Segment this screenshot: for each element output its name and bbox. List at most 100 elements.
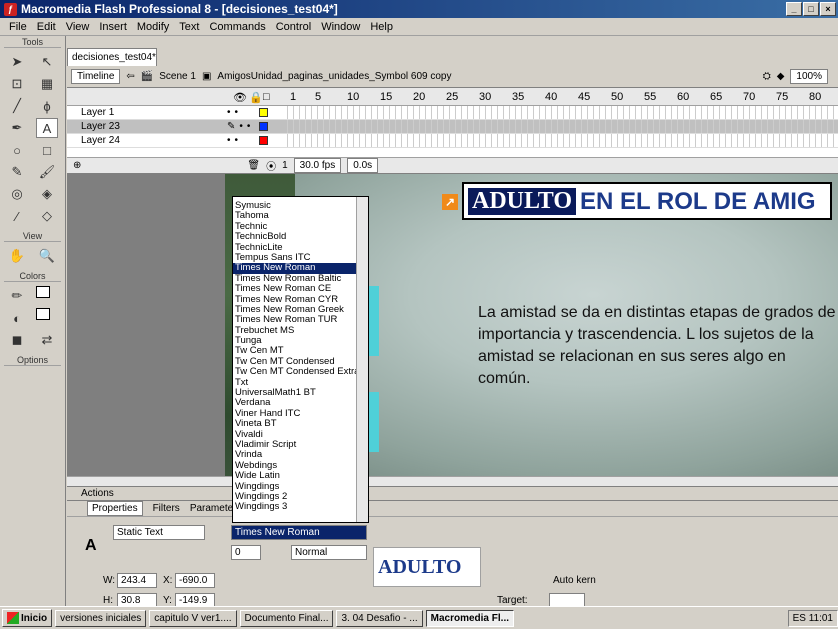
font-list-item[interactable]: Wingdings (233, 482, 357, 492)
font-list-item[interactable]: Trebuchet MS (233, 326, 357, 336)
layer-frames[interactable] (287, 134, 837, 147)
menu-view[interactable]: View (61, 21, 95, 33)
stage[interactable]: ↗ ADULTO EN EL ROL DE AMIG La amistad se… (67, 174, 838, 476)
scene-label[interactable]: Scene 1 (159, 71, 196, 82)
font-list-item[interactable]: Tw Cen MT Condensed Extra B (233, 367, 357, 377)
close-button[interactable]: × (820, 2, 836, 16)
taskbar-item[interactable]: 3. 04 Desafio - ... (336, 609, 423, 627)
trash-icon[interactable]: 🗑 (247, 160, 260, 171)
line-tool-icon[interactable]: ╱ (6, 96, 28, 116)
font-list-item[interactable]: Wingdings 2 (233, 492, 357, 502)
tab-filters[interactable]: Filters (153, 503, 180, 514)
fill-swatch[interactable] (36, 308, 50, 320)
subselect-tool-icon[interactable]: ↖ (36, 52, 58, 72)
font-list-item[interactable]: Tunga (233, 336, 357, 346)
actions-panel-header[interactable]: Actions (67, 486, 838, 500)
layer-visibility-dots[interactable]: •• (227, 107, 242, 118)
outline-icon[interactable]: □ (263, 91, 270, 103)
menu-insert[interactable]: Insert (94, 21, 132, 33)
back-arrow-icon[interactable]: ⇦ (126, 71, 134, 82)
taskbar-item[interactable]: Documento Final... (239, 609, 334, 627)
timeline-layer[interactable]: Layer 24 •• (67, 134, 838, 148)
timeline-layer[interactable]: Layer 1 •• (67, 106, 838, 120)
font-list-item[interactable]: Times New Roman TUR (233, 315, 357, 325)
menu-commands[interactable]: Commands (204, 21, 270, 33)
layer-frames[interactable] (287, 106, 837, 119)
layer-color-swatch[interactable] (259, 108, 268, 117)
maximize-button[interactable]: □ (803, 2, 819, 16)
tab-properties[interactable]: Properties (87, 501, 143, 516)
font-list-item[interactable]: Times New Roman (233, 263, 357, 274)
swap-colors-icon[interactable]: ⇄ (36, 330, 58, 350)
font-list-item[interactable]: Tahoma (233, 211, 357, 221)
font-list-item[interactable]: Vineta BT (233, 419, 357, 429)
font-list-item[interactable]: Vladimir Script (233, 440, 357, 450)
start-button[interactable]: Inicio (2, 609, 53, 627)
font-list-item[interactable]: Viner Hand ITC (233, 409, 357, 419)
font-list-item[interactable]: Times New Roman Greek (233, 305, 357, 315)
stroke-swatch[interactable] (36, 286, 50, 298)
font-list-item[interactable]: UniversalMath1 BT (233, 388, 357, 398)
zoom-select[interactable]: 100% (790, 69, 828, 84)
font-list-item[interactable]: Vrinda (233, 450, 357, 460)
center-frame-icon[interactable]: ⦿ (266, 158, 276, 173)
oval-tool-icon[interactable]: ○ (6, 140, 28, 160)
eraser-tool-icon[interactable]: ◇ (36, 206, 58, 226)
text-tool-icon[interactable]: A (36, 118, 58, 138)
font-list-item[interactable]: Times New Roman CYR (233, 295, 357, 305)
width-field[interactable]: 243.4 (117, 573, 157, 588)
hand-tool-icon[interactable]: ✋ (6, 246, 28, 266)
font-list-item[interactable]: Webdings (233, 461, 357, 471)
lasso-tool-icon[interactable]: ϕ (36, 96, 58, 116)
font-list-item[interactable]: Tempus Sans ITC (233, 253, 357, 263)
menu-control[interactable]: Control (271, 21, 316, 33)
zoom-tool-icon[interactable]: 🔍 (36, 246, 58, 266)
layer-frames[interactable] (287, 120, 837, 133)
rectangle-tool-icon[interactable]: □ (36, 140, 58, 160)
font-list-item[interactable]: Symusic (233, 201, 357, 211)
add-layer-icon[interactable]: ⊕ (73, 160, 81, 171)
font-list-item[interactable]: TechnicLite (233, 243, 357, 253)
menu-modify[interactable]: Modify (132, 21, 174, 33)
layer-name[interactable]: Layer 23 (81, 121, 211, 132)
font-list-item[interactable]: Verdana (233, 398, 357, 408)
document-tab[interactable]: decisiones_test04* (67, 48, 157, 66)
taskbar-item[interactable]: capitulo V ver1.... (149, 609, 237, 627)
arrow-tool-icon[interactable]: ➤ (6, 52, 28, 72)
font-list-item[interactable]: Wingdings 3 (233, 502, 357, 512)
menu-file[interactable]: File (4, 21, 32, 33)
eyedropper-tool-icon[interactable]: ⁄ (6, 206, 28, 226)
font-list-item[interactable]: TechnicBold (233, 232, 357, 242)
layer-visibility-dots[interactable]: •• (227, 135, 242, 146)
menu-text[interactable]: Text (174, 21, 204, 33)
font-list-scrollbar[interactable] (356, 197, 368, 522)
gradient-transform-tool-icon[interactable]: ▦ (36, 74, 58, 94)
x-field[interactable]: -690.0 (175, 573, 215, 588)
timeline-button[interactable]: Timeline (71, 69, 121, 84)
kerning-select[interactable]: Normal (291, 545, 367, 560)
font-list-item[interactable]: Wide Latin (233, 471, 357, 481)
black-white-icon[interactable]: ◼ (6, 330, 28, 350)
text-type-select[interactable]: Static Text (113, 525, 205, 540)
edit-scene-icon[interactable]: ⛭ (763, 71, 771, 82)
edit-symbols-icon[interactable]: ◆ (777, 71, 785, 82)
fill-color-icon[interactable]: ◐ (6, 308, 28, 328)
taskbar-item[interactable]: versiones iniciales (55, 609, 147, 627)
paint-bucket-tool-icon[interactable]: ◈ (36, 184, 58, 204)
lock-icon[interactable]: 🔒 (249, 91, 263, 104)
font-dropdown-list[interactable]: Symusic Tahoma Technic TechnicBold TechnicLi… (232, 196, 369, 523)
font-list-item[interactable]: Vivaldi (233, 430, 357, 440)
pencil-tool-icon[interactable]: ✎ (6, 162, 28, 182)
body-text[interactable]: La amistad se da en distintas etapas de … (478, 302, 838, 390)
language-indicator[interactable]: ES (793, 613, 806, 624)
taskbar-item-active[interactable]: Macromedia Fl... (425, 609, 514, 627)
free-transform-tool-icon[interactable]: ⊡ (6, 74, 28, 94)
menu-help[interactable]: Help (365, 21, 398, 33)
layer-visibility-dots[interactable]: ✎•• (227, 121, 254, 132)
letter-spacing-field[interactable]: 0 (231, 545, 261, 560)
menu-edit[interactable]: Edit (32, 21, 61, 33)
layer-name[interactable]: Layer 1 (81, 107, 211, 118)
font-list-item[interactable]: Tw Cen MT (233, 346, 357, 356)
auto-kern-label[interactable]: Auto kern (553, 575, 596, 586)
stroke-color-icon[interactable]: ✏ (6, 286, 28, 306)
